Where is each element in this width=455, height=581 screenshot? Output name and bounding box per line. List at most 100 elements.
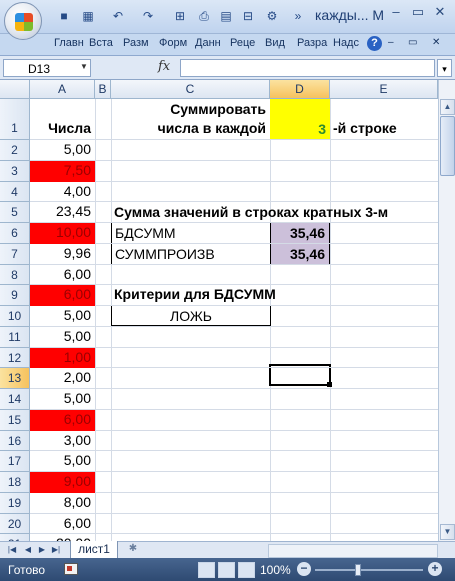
undo-icon[interactable]: ↶ <box>110 8 126 24</box>
col-a-value-cell[interactable]: 7,50 <box>30 160 95 182</box>
more-icon[interactable]: » <box>290 8 306 24</box>
criteria-value[interactable]: ЛОЖЬ <box>111 305 271 326</box>
tab-home[interactable]: Главн <box>54 37 84 49</box>
row-header-3[interactable]: 3 <box>0 160 30 182</box>
fx-icon[interactable]: fx <box>158 59 170 74</box>
zoom-slider-thumb[interactable] <box>355 564 361 576</box>
col-a-value-cell[interactable]: 4,00 <box>30 182 95 203</box>
chevron-down-icon[interactable]: ▼ <box>80 62 88 71</box>
preview-icon[interactable]: ▤ <box>218 8 234 24</box>
row-header-21[interactable]: 21 <box>0 534 30 541</box>
maximize-button[interactable]: ▭ <box>407 2 429 22</box>
row-header-5[interactable]: 5 <box>0 202 30 223</box>
col-a-value-cell[interactable]: 6,00 <box>30 285 95 306</box>
page-break-view-icon[interactable] <box>238 562 255 578</box>
horizontal-scrollbar[interactable] <box>268 544 438 558</box>
tab-addins[interactable]: Надс <box>333 37 359 49</box>
ribbon-restore-icon[interactable]: ▭ <box>408 37 417 48</box>
scroll-down-icon[interactable]: ▼ <box>440 524 455 540</box>
sheet-tab-list1[interactable]: лист1 <box>70 541 118 559</box>
row-header-1[interactable]: 1 <box>0 99 30 140</box>
tab-insert[interactable]: Вста <box>89 37 113 49</box>
row-header-15[interactable]: 15 <box>0 409 30 431</box>
row-header-12[interactable]: 12 <box>0 347 30 369</box>
page-layout-view-icon[interactable] <box>218 562 235 578</box>
insert-sheet-icon[interactable]: ✱ <box>122 543 144 557</box>
tab-view[interactable]: Вид <box>265 37 285 49</box>
zoom-in-icon[interactable]: + <box>428 562 442 576</box>
quick-access-icon[interactable]: ▦ <box>80 8 96 24</box>
col-a-value-cell[interactable]: 3,00 <box>30 431 95 452</box>
col-a-value-cell[interactable]: 5,00 <box>30 451 95 472</box>
row-header-14[interactable]: 14 <box>0 389 30 410</box>
scroll-thumb[interactable] <box>440 116 455 176</box>
row-header-6[interactable]: 6 <box>0 223 30 244</box>
col-a-value-cell[interactable]: 23,45 <box>30 202 95 223</box>
col-a-value-cell[interactable]: 20,00 <box>30 534 95 541</box>
normal-view-icon[interactable] <box>198 562 215 578</box>
col-a-value-cell[interactable]: 5,00 <box>30 389 95 410</box>
col-a-value-cell[interactable]: 1,00 <box>30 347 95 369</box>
settings-icon[interactable]: ⚙ <box>264 8 280 24</box>
step-n-cell[interactable]: 3 <box>270 99 330 140</box>
filter-icon[interactable]: ⊟ <box>240 8 256 24</box>
col-header-c[interactable]: C <box>111 80 270 99</box>
ribbon-min-icon[interactable]: – <box>388 37 394 48</box>
tab-developer[interactable]: Разра <box>297 37 327 49</box>
spreadsheet-grid[interactable]: A B C D E Числа Суммировать числа в кажд… <box>0 80 438 541</box>
redo-icon[interactable]: ↷ <box>140 8 156 24</box>
col-header-a[interactable]: A <box>30 80 95 99</box>
sumproduct-value[interactable]: 35,46 <box>270 243 330 265</box>
name-box[interactable]: D13 ▼ <box>3 59 91 77</box>
tab-review[interactable]: Реце <box>230 37 255 49</box>
ribbon-close-icon[interactable]: ✕ <box>432 37 440 48</box>
zoom-out-icon[interactable]: − <box>297 562 311 576</box>
col-a-value-cell[interactable]: 6,00 <box>30 514 95 535</box>
bdsumm-label[interactable]: БДСУММ <box>111 222 271 244</box>
col-a-value-cell[interactable]: 6,00 <box>30 265 95 286</box>
zoom-slider[interactable] <box>315 569 423 571</box>
select-all-corner[interactable] <box>0 80 30 99</box>
expand-formula-icon[interactable]: ▾ <box>437 59 452 77</box>
row-header-8[interactable]: 8 <box>0 264 30 286</box>
col-header-e[interactable]: E <box>330 80 438 99</box>
tab-formulas[interactable]: Форм <box>159 37 187 49</box>
col-a-header-cell[interactable]: Числа <box>30 120 95 140</box>
macro-record-icon[interactable] <box>64 563 78 575</box>
zoom-level[interactable]: 100% <box>260 563 291 577</box>
row-header-4[interactable]: 4 <box>0 181 30 203</box>
tab-layout[interactable]: Разм <box>123 37 149 49</box>
fill-handle[interactable] <box>327 382 332 387</box>
row-header-20[interactable]: 20 <box>0 513 30 535</box>
scroll-up-icon[interactable]: ▲ <box>440 99 455 115</box>
save-icon[interactable]: ■ <box>56 8 72 24</box>
col-header-b[interactable]: B <box>95 80 111 99</box>
row-header-9[interactable]: 9 <box>0 285 30 306</box>
col-a-value-cell[interactable]: 9,00 <box>30 472 95 493</box>
last-sheet-icon[interactable]: ▶| <box>50 544 62 556</box>
col-a-value-cell[interactable]: 5,00 <box>30 306 95 327</box>
row-header-10[interactable]: 10 <box>0 306 30 327</box>
next-sheet-icon[interactable]: ▶ <box>36 544 48 556</box>
row-header-18[interactable]: 18 <box>0 472 30 493</box>
col-a-value-cell[interactable]: 5,00 <box>30 140 95 161</box>
minimize-button[interactable]: – <box>385 2 407 22</box>
row-header-16[interactable]: 16 <box>0 430 30 452</box>
col-a-value-cell[interactable]: 9,96 <box>30 244 95 265</box>
col-a-value-cell[interactable]: 2,00 <box>30 368 95 389</box>
prev-sheet-icon[interactable]: ◀ <box>22 544 34 556</box>
bdsumm-value[interactable]: 35,46 <box>270 222 330 244</box>
form-icon[interactable]: ⊞ <box>172 8 188 24</box>
first-sheet-icon[interactable]: |◀ <box>6 544 18 556</box>
row-header-17[interactable]: 17 <box>0 451 30 472</box>
col-a-value-cell[interactable]: 5,00 <box>30 327 95 348</box>
row-header-13[interactable]: 13 <box>0 368 30 389</box>
office-button[interactable] <box>4 2 42 40</box>
sumproduct-label[interactable]: СУММПРОИЗВ <box>111 243 271 265</box>
print-icon[interactable]: ⎙ <box>196 8 212 24</box>
row-header-7[interactable]: 7 <box>0 243 30 265</box>
close-button[interactable]: ✕ <box>429 2 451 22</box>
vertical-scrollbar[interactable]: ▲ ▼ <box>438 80 455 541</box>
col-a-value-cell[interactable]: 8,00 <box>30 493 95 514</box>
row-header-2[interactable]: 2 <box>0 140 30 161</box>
